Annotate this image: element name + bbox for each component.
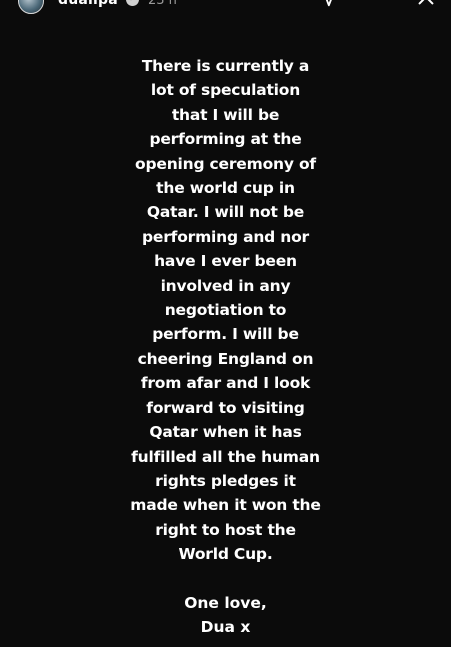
story-header: dualipa ✓ 23 h bbox=[0, 0, 451, 14]
story-text: There is currently a lot of speculation … bbox=[130, 57, 321, 564]
avatar[interactable] bbox=[18, 0, 44, 14]
story-signoff: One love, Dua x bbox=[184, 594, 267, 636]
more-options-icon[interactable] bbox=[368, 0, 390, 8]
verified-badge-icon: ✓ bbox=[126, 0, 139, 6]
username[interactable]: dualipa bbox=[58, 0, 118, 8]
close-icon[interactable] bbox=[415, 0, 437, 8]
story-viewer[interactable]: dualipa ✓ 23 h There is currently a lot … bbox=[0, 0, 451, 647]
send-icon[interactable] bbox=[316, 0, 338, 8]
story-timestamp: 23 h bbox=[148, 0, 177, 8]
